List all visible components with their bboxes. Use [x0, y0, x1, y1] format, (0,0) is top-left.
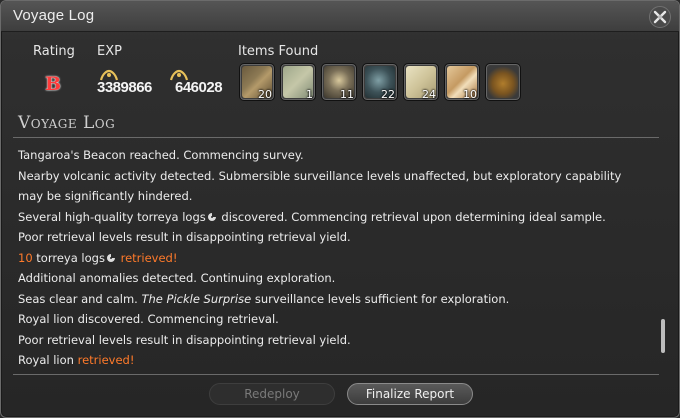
log-entry: Royal lion retrieved! [18, 353, 135, 367]
item-slot[interactable]: 11 [321, 63, 357, 101]
item-slot[interactable] [485, 63, 521, 101]
section-divider [13, 137, 659, 138]
exp-value-bonus: 646028 [175, 79, 223, 96]
log-entry: Several high-quality torreya logs discov… [18, 209, 606, 224]
item-count: 11 [340, 88, 354, 101]
log-entry: Nearby volcanic activity detected. Subme… [18, 168, 622, 204]
item-slot[interactable]: 24 [403, 63, 439, 101]
window-title: Voyage Log [13, 7, 95, 24]
item-slot[interactable]: 1 [280, 63, 316, 101]
voyage-log-list[interactable]: Tangaroa's Beacon reached. Commencing su… [18, 145, 648, 371]
rating-label: Rating [33, 44, 75, 59]
item-slot[interactable]: 20 [239, 63, 275, 101]
items-found-label: Items Found [238, 44, 319, 59]
log-entry: Tangaroa's Beacon reached. Commencing su… [18, 148, 304, 162]
rating-value: B [45, 73, 62, 95]
footer-divider [13, 374, 659, 375]
hq-icon [106, 253, 115, 262]
title-bar[interactable]: Voyage Log [1, 1, 679, 32]
redeploy-button[interactable]: Redeploy [209, 383, 335, 405]
log-entry: Additional anomalies detected. Continuin… [18, 271, 336, 285]
log-scrollbar[interactable] [661, 319, 665, 353]
item-slot[interactable]: 10 [444, 63, 480, 101]
log-section-title: Voyage Log [18, 113, 116, 133]
item-count: 24 [422, 88, 436, 101]
log-entry: 10 torreya logs retrieved! [18, 250, 178, 265]
item-slot[interactable]: 22 [362, 63, 398, 101]
item-count: 20 [258, 88, 272, 101]
log-entry: Royal lion discovered. Commencing retrie… [18, 312, 279, 326]
exp-label: EXP [97, 44, 122, 59]
log-entry: Seas clear and calm. The Pickle Surprise… [18, 291, 510, 306]
item-count: 1 [306, 88, 313, 101]
item-count: 22 [381, 88, 395, 101]
log-entry: Poor retrieval levels result in disappoi… [18, 332, 351, 347]
close-icon [653, 10, 667, 24]
exp-value-primary: 3389866 [97, 79, 152, 96]
item-count: 10 [463, 88, 477, 101]
finalize-report-button[interactable]: Finalize Report [347, 383, 473, 405]
close-button[interactable] [649, 6, 671, 28]
voyage-log-window: Voyage Log Rating EXP Items Found B 3389… [0, 0, 680, 418]
royal-lion-icon [488, 66, 518, 98]
log-entry: Poor retrieval levels result in disappoi… [18, 230, 351, 244]
hq-icon [207, 212, 216, 221]
